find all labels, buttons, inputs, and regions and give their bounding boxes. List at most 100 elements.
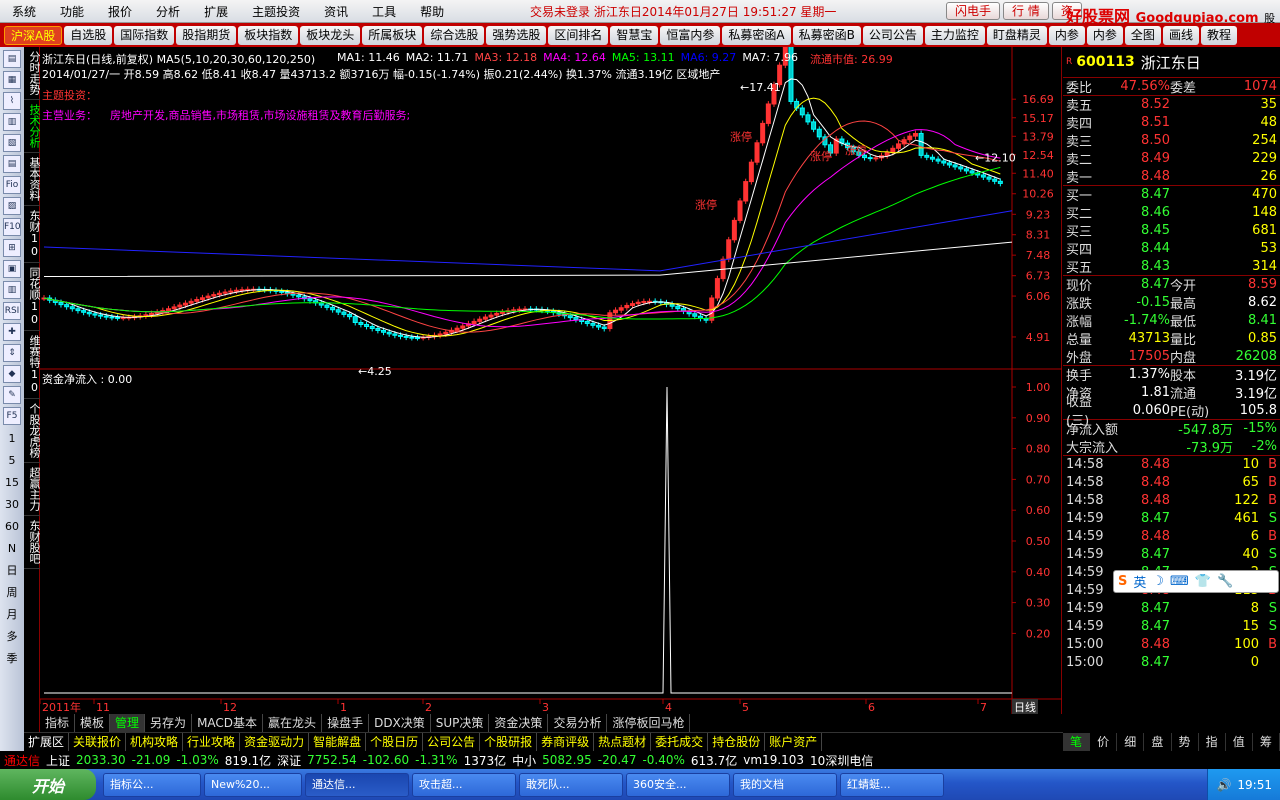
- toolbar-icon[interactable]: ⊞: [3, 239, 21, 257]
- toolbar-icon[interactable]: ▨: [3, 197, 21, 215]
- indicator-tab[interactable]: 赢在龙头: [263, 714, 323, 732]
- side-tab[interactable]: 东财10: [24, 206, 41, 263]
- indicator-tab[interactable]: SUP决策: [431, 714, 490, 732]
- stat-row[interactable]: 涨跌 -0.15 最高 8.62: [1063, 293, 1280, 312]
- extension-tab[interactable]: 个股研报: [480, 733, 538, 751]
- ask-row[interactable]: 卖四 8.51 48: [1063, 113, 1280, 132]
- menu-button[interactable]: 闪电手: [946, 2, 1001, 20]
- quote-tab[interactable]: 价: [1090, 733, 1118, 751]
- ask-row[interactable]: 卖二 8.49 229: [1063, 149, 1280, 168]
- toolbar-icon[interactable]: RSI: [3, 302, 21, 320]
- taskbar-item[interactable]: 360安全...: [626, 772, 730, 797]
- stat-row[interactable]: 换手 1.37% 股本 3.19亿: [1063, 365, 1280, 384]
- period-button[interactable]: 多: [0, 626, 24, 648]
- menu-item[interactable]: 系统: [0, 3, 48, 20]
- indicator-tab[interactable]: 涨停板回马枪: [607, 714, 691, 732]
- quote-tab[interactable]: 筹: [1253, 733, 1280, 751]
- toolbar-tab[interactable]: 板块指数: [238, 25, 299, 45]
- toolbar-icon[interactable]: ▥: [3, 113, 21, 131]
- side-tab[interactable]: 同花顺10: [24, 263, 41, 331]
- tick-row[interactable]: 14:59 8.47 8 S: [1063, 599, 1280, 617]
- flow-row[interactable]: 大宗流入 -73.9万 -2%: [1063, 437, 1280, 456]
- indicator-tab[interactable]: 资金决策: [489, 714, 549, 732]
- period-button[interactable]: N: [0, 538, 24, 560]
- extension-tab[interactable]: 账户资产: [765, 733, 823, 751]
- toolbar-icon[interactable]: ⌇: [3, 92, 21, 110]
- side-tab[interactable]: 超赢主力: [24, 463, 41, 516]
- toolbar-tab[interactable]: 区间排名: [548, 25, 609, 45]
- toolbar-tab[interactable]: 私募密函B: [792, 25, 861, 45]
- toolbar-tab[interactable]: 所属板块: [362, 25, 423, 45]
- period-button[interactable]: 月: [0, 604, 24, 626]
- ask-row[interactable]: 卖三 8.50 254: [1063, 131, 1280, 150]
- taskbar-item[interactable]: 攻击超...: [412, 772, 516, 797]
- quote-tab[interactable]: 盘: [1144, 733, 1172, 751]
- toolbar-tab[interactable]: 股指期货: [176, 25, 237, 45]
- toolbar-tab[interactable]: 盯盘精灵: [986, 25, 1047, 45]
- quote-tab[interactable]: 细: [1117, 733, 1145, 751]
- menu-item[interactable]: 资讯: [312, 3, 360, 20]
- taskbar-item[interactable]: 我的文档: [733, 772, 837, 797]
- stat-row[interactable]: 收益(三) 0.060 PE(动) 105.8: [1063, 395, 1280, 429]
- menu-button[interactable]: 行 情: [1003, 2, 1049, 20]
- toolbar-icon[interactable]: ▥: [3, 281, 21, 299]
- quote-tab[interactable]: 笔: [1063, 733, 1091, 751]
- toolbar-tab[interactable]: 内参: [1086, 25, 1123, 45]
- indicator-tab[interactable]: 另存为: [145, 714, 193, 732]
- indicator-tab[interactable]: 操盘手: [322, 714, 370, 732]
- taskbar-item[interactable]: 敢死队...: [519, 772, 623, 797]
- toolbar-tab[interactable]: 主力监控: [924, 25, 985, 45]
- ime-toolbar[interactable]: S 英 ☽ ⌨ 👕 🔧: [1113, 570, 1279, 593]
- side-tab[interactable]: 个股龙虎榜: [24, 399, 41, 463]
- stat-row[interactable]: 总量 43713 量比 0.85: [1063, 329, 1280, 348]
- toolbar-tab[interactable]: 公司公告: [862, 25, 923, 45]
- tick-row[interactable]: 15:00 8.47 0: [1063, 653, 1280, 671]
- quote-tab[interactable]: 值: [1226, 733, 1253, 751]
- toolbar-tab[interactable]: 全图: [1124, 25, 1161, 45]
- indicator-tab[interactable]: 模板: [75, 714, 111, 732]
- extension-tab[interactable]: 委托成交: [651, 733, 709, 751]
- tick-row[interactable]: 14:59 8.47 461 S: [1063, 509, 1280, 527]
- menu-item[interactable]: 分析: [144, 3, 192, 20]
- period-button[interactable]: 季: [0, 648, 24, 670]
- extension-tab[interactable]: 公司公告: [423, 733, 481, 751]
- side-tab[interactable]: 维赛特10: [24, 331, 41, 399]
- menu-item[interactable]: 工具: [360, 3, 408, 20]
- period-button[interactable]: 1: [0, 428, 24, 450]
- extension-tab[interactable]: 资金驱动力: [240, 733, 310, 751]
- toolbar-icon[interactable]: Fio: [3, 176, 21, 194]
- indicator-tab[interactable]: 交易分析: [548, 714, 608, 732]
- toolbar-icon[interactable]: F5: [3, 407, 21, 425]
- toolbar-tab[interactable]: 国际指数: [114, 25, 175, 45]
- toolbar-tab[interactable]: 综合选股: [424, 25, 485, 45]
- toolbar-tab[interactable]: 教程: [1200, 25, 1237, 45]
- stat-row[interactable]: 涨幅 -1.74% 最低 8.41: [1063, 311, 1280, 330]
- extension-tab[interactable]: 券商评级: [537, 733, 595, 751]
- tick-row[interactable]: 15:00 8.48 100 B: [1063, 635, 1280, 653]
- toolbar-icon[interactable]: ▦: [3, 71, 21, 89]
- period-button[interactable]: 60: [0, 516, 24, 538]
- side-tab[interactable]: 分时走势: [24, 47, 41, 100]
- menu-item[interactable]: 主题投资: [240, 3, 312, 20]
- weibi-row[interactable]: 委比 47.56% 委差 1074: [1063, 77, 1280, 96]
- toolbar-tab[interactable]: 沪深A股: [4, 25, 63, 45]
- toolbar-tab[interactable]: 私募密函A: [722, 25, 791, 45]
- tick-row[interactable]: 14:58 8.48 10 B: [1063, 455, 1280, 473]
- toolbar-tab[interactable]: 强势选股: [486, 25, 547, 45]
- extension-tab[interactable]: 个股日历: [366, 733, 424, 751]
- indicator-tab[interactable]: 指标: [40, 714, 76, 732]
- side-tab[interactable]: 基本资料: [24, 153, 41, 206]
- period-button[interactable]: 日: [0, 560, 24, 582]
- flow-row[interactable]: 净流入额 -547.8万 -15%: [1063, 419, 1280, 438]
- bid-row[interactable]: 买三 8.45 681: [1063, 221, 1280, 240]
- period-label[interactable]: 日线: [1012, 699, 1038, 715]
- stat-row[interactable]: 现价 8.47 今开 8.59: [1063, 275, 1280, 294]
- tick-row[interactable]: 14:59 8.47 15 S: [1063, 617, 1280, 635]
- side-tab[interactable]: 东财股吧: [24, 516, 41, 569]
- period-button[interactable]: 周: [0, 582, 24, 604]
- bid-row[interactable]: 买二 8.46 148: [1063, 203, 1280, 222]
- indicator-tab[interactable]: DDX决策: [369, 714, 431, 732]
- toolbar-tab[interactable]: 自选股: [64, 25, 113, 45]
- menu-item[interactable]: 功能: [48, 3, 96, 20]
- toolbar-icon[interactable]: ▤: [3, 50, 21, 68]
